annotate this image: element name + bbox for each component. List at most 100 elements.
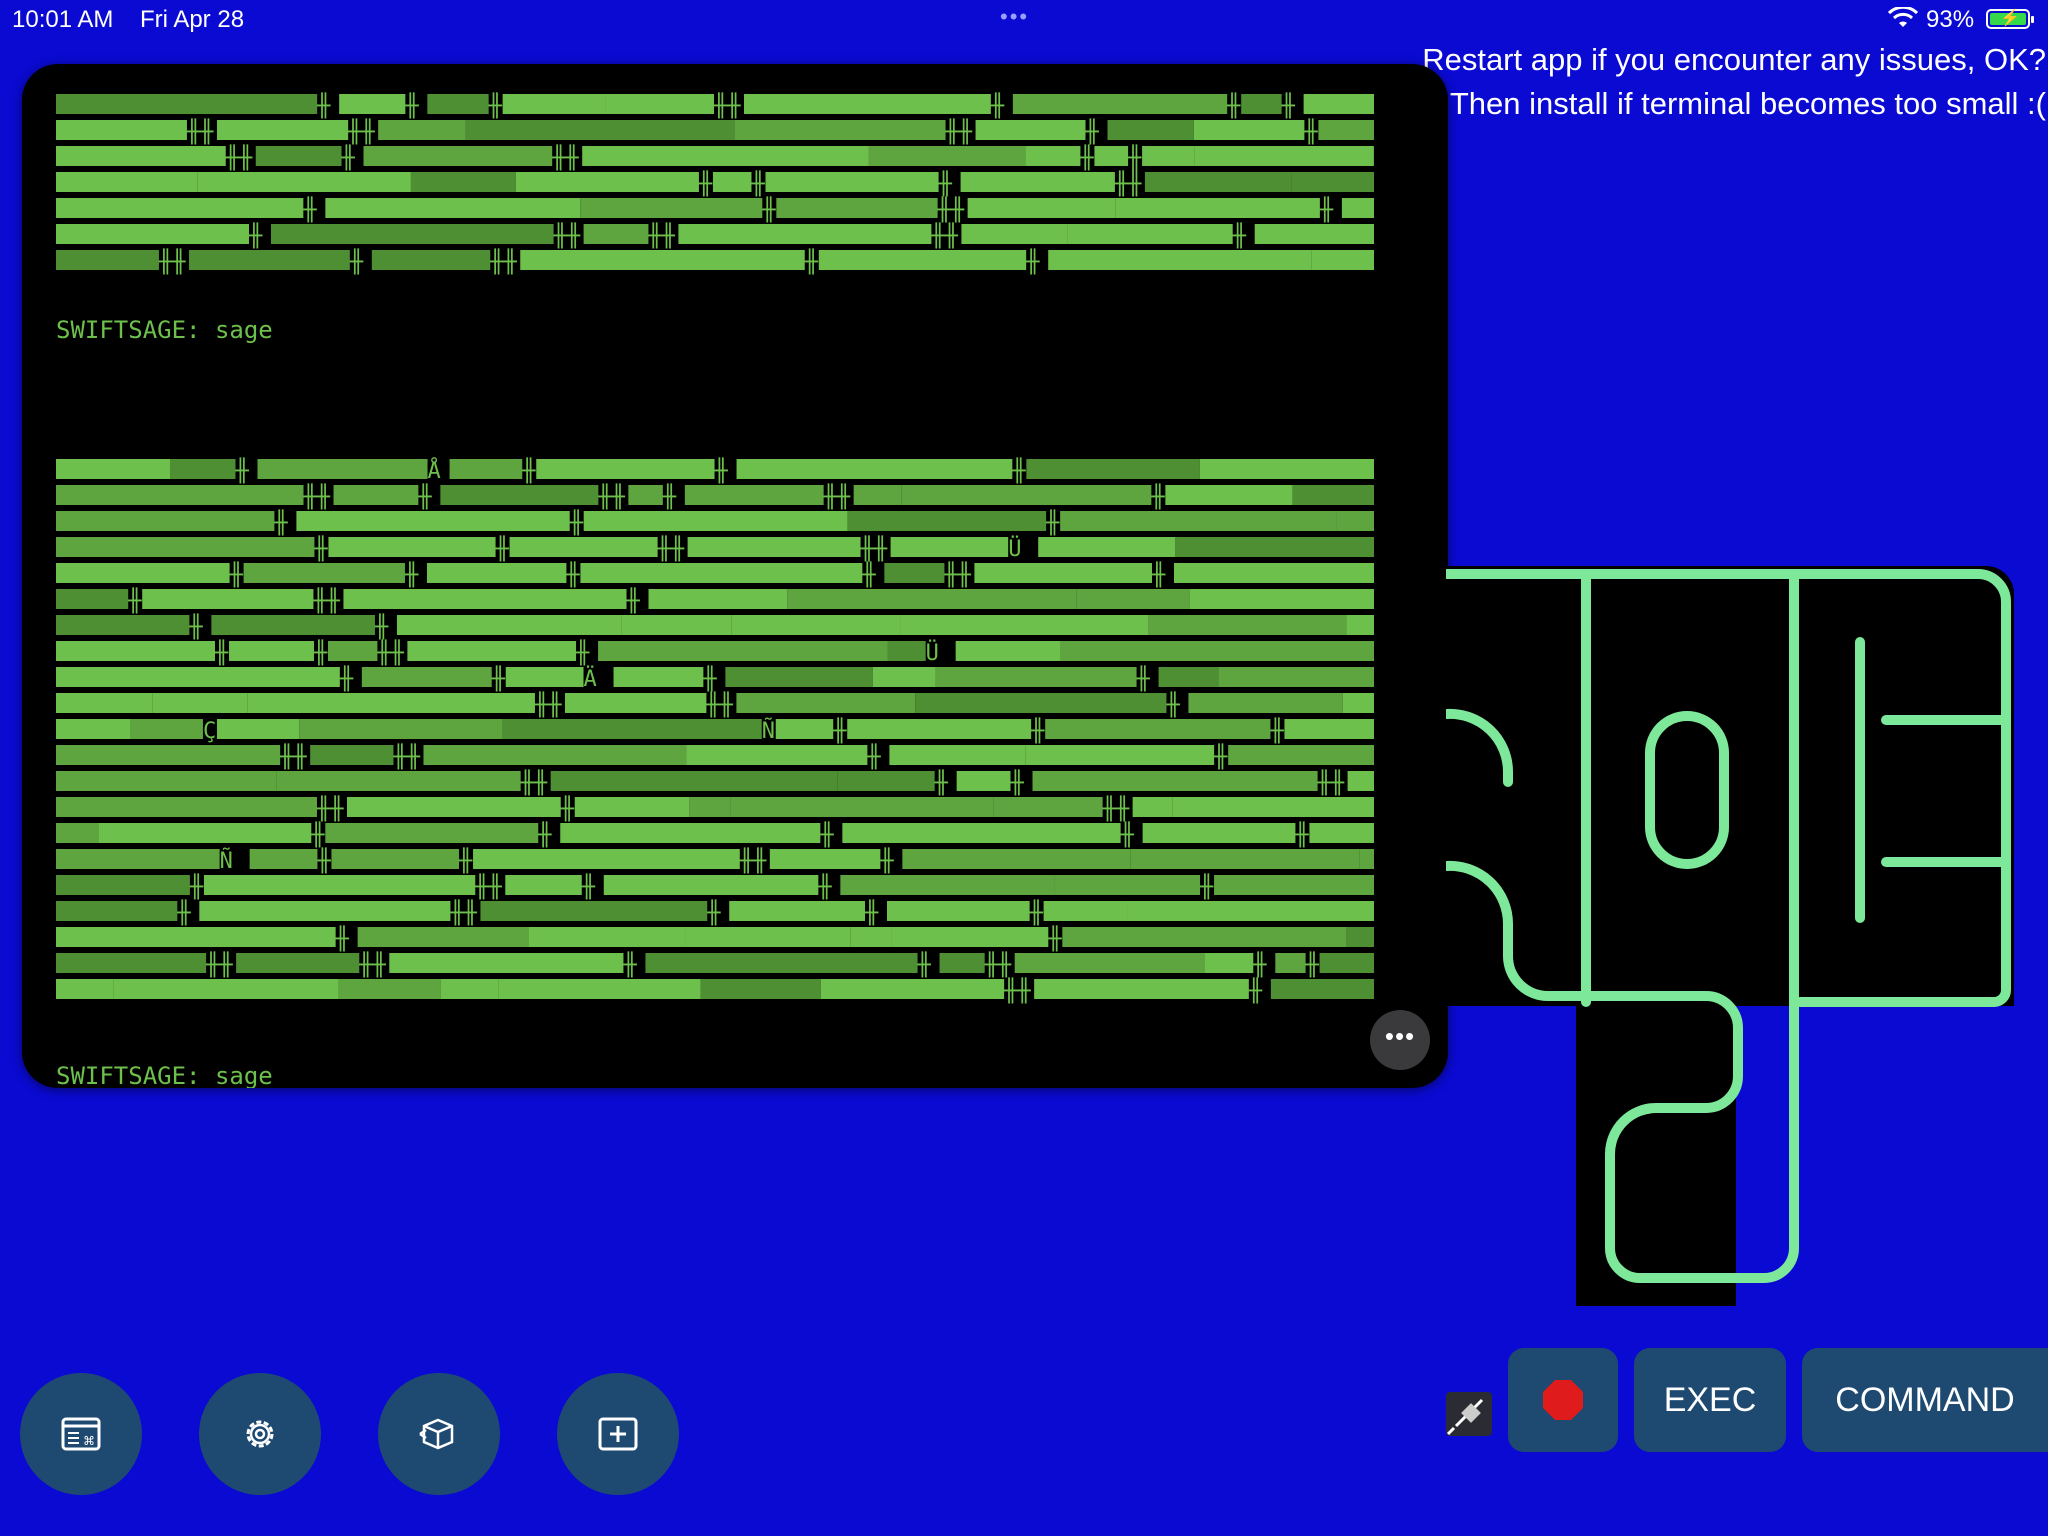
svg-text:╫: ╫ — [229, 561, 244, 588]
svg-text:╫: ╫ — [1120, 821, 1135, 848]
svg-text:╫: ╫ — [761, 196, 776, 223]
svg-text:╫: ╫ — [1319, 196, 1334, 223]
svg-text:╫╫: ╫╫ — [713, 92, 741, 119]
svg-text:╫: ╫ — [626, 587, 641, 614]
svg-text:╫╫: ╫╫ — [347, 118, 375, 145]
svg-text:╫: ╫ — [1232, 222, 1247, 249]
status-time: 10:01 AM — [12, 6, 114, 33]
wifi-icon — [1887, 5, 1919, 34]
svg-text:╫╫: ╫╫ — [358, 951, 386, 978]
svg-text:╫: ╫ — [804, 248, 819, 275]
terminal-window[interactable]: ╫ ╫ ╫ ╫╫ ╫ ╫ ╫ ╫╫ ╫╫ ╫╫ ╫ ╫ ╫╫ ╫ ╫╫ ╫ ╫ ╫ ╫ ╫ ╫╫ ╫ ╫ ╫╫ ╫ ╫ ╫╫ ╫╫ ╫╫… — [22, 64, 1448, 1088]
svg-text:╫: ╫ — [313, 535, 328, 562]
svg-text:╫: ╫ — [302, 196, 317, 223]
svg-text:╫: ╫ — [335, 925, 350, 952]
svg-text:╫: ╫ — [1226, 92, 1241, 119]
svg-text:╫: ╫ — [575, 639, 590, 666]
svg-text:╫: ╫ — [189, 873, 204, 900]
svg-text:╫: ╫ — [1151, 561, 1166, 588]
svg-text:╫: ╫ — [1030, 717, 1045, 744]
svg-text:╫╫: ╫╫ — [225, 144, 253, 171]
svg-text:╫: ╫ — [864, 899, 879, 926]
svg-text:╫: ╫ — [458, 847, 473, 874]
svg-text:╫: ╫ — [1029, 899, 1044, 926]
svg-text:╫: ╫ — [127, 587, 142, 614]
svg-text:╫╫: ╫╫ — [1102, 795, 1130, 822]
svg-text:╫: ╫ — [1127, 144, 1142, 171]
svg-text:╫: ╫ — [1252, 951, 1267, 978]
sage-logo-art — [1446, 566, 2014, 1306]
terminal-window-button[interactable]: ⌘ — [20, 1373, 142, 1495]
svg-text:╫: ╫ — [750, 170, 765, 197]
svg-text:╫: ╫ — [832, 717, 847, 744]
svg-text:╫╫: ╫╫ — [303, 483, 331, 510]
svg-text:╫: ╫ — [1281, 92, 1296, 119]
terminal-prompt: SWIFTSAGE: sage — [56, 316, 273, 344]
svg-text:╫: ╫ — [1150, 483, 1165, 510]
svg-text:╫╫: ╫╫ — [1003, 977, 1031, 1004]
install-button[interactable] — [378, 1373, 500, 1495]
svg-text:╫: ╫ — [491, 665, 506, 692]
command-button[interactable]: COMMAND — [1802, 1348, 2048, 1452]
svg-text:╫: ╫ — [581, 873, 596, 900]
more-options-button[interactable]: ••• — [1370, 1010, 1430, 1070]
svg-text:╫: ╫ — [188, 613, 203, 640]
svg-text:╫: ╫ — [706, 899, 721, 926]
svg-text:╫╫: ╫╫ — [1114, 170, 1142, 197]
svg-text:╫: ╫ — [176, 899, 191, 926]
svg-text:╫: ╫ — [1165, 691, 1180, 718]
svg-text:╫: ╫ — [879, 847, 894, 874]
svg-text:╫╫: ╫╫ — [158, 248, 186, 275]
svg-text:╫╫: ╫╫ — [186, 118, 214, 145]
svg-text:╫╫: ╫╫ — [316, 795, 344, 822]
svg-text:╫╫: ╫╫ — [205, 951, 233, 978]
svg-text:╫: ╫ — [316, 847, 331, 874]
exec-button[interactable]: EXEC — [1634, 1348, 1786, 1452]
svg-text:╫: ╫ — [861, 561, 876, 588]
svg-text:╫: ╫ — [404, 561, 419, 588]
terminal-ascii-art-top: ╫ ╫ ╫ ╫╫ ╫ ╫ ╫╫╫ ╫╫ ╫╫ ╫ ╫╫╫ ╫ ╫╫ ╫ ╫╫ ╫ ╫ ╫╫╫ ╫ ╫╫ ╫╫ ╫╫ ╫╫ ╫╫… — [56, 92, 1374, 275]
svg-text:╫╫: ╫╫ — [392, 743, 420, 770]
svg-text:╫: ╫ — [1025, 248, 1040, 275]
svg-text:╫: ╫ — [565, 561, 580, 588]
svg-text:╫: ╫ — [698, 170, 713, 197]
svg-text:╫: ╫ — [1269, 717, 1284, 744]
svg-text:╫: ╫ — [622, 951, 637, 978]
svg-text:╫╫: ╫╫ — [984, 951, 1012, 978]
stop-button[interactable] — [1508, 1348, 1618, 1452]
svg-text:╫: ╫ — [1136, 665, 1151, 692]
svg-text:╫╫: ╫╫ — [945, 118, 973, 145]
settings-button[interactable] — [199, 1373, 321, 1495]
svg-text:Ä: Ä — [584, 666, 597, 692]
svg-text:╫: ╫ — [537, 821, 552, 848]
svg-text:╫╫: ╫╫ — [376, 639, 404, 666]
svg-text:╫╫: ╫╫ — [551, 144, 579, 171]
multitasking-dots[interactable]: ••• — [1000, 4, 1029, 30]
svg-text:╫: ╫ — [404, 92, 419, 119]
svg-text:╫: ╫ — [1079, 144, 1094, 171]
new-window-button[interactable] — [557, 1373, 679, 1495]
svg-text:╫: ╫ — [316, 92, 331, 119]
svg-text:╫: ╫ — [1011, 457, 1026, 484]
svg-text:╫: ╫ — [417, 483, 432, 510]
svg-text:╫: ╫ — [990, 92, 1005, 119]
svg-text:╫: ╫ — [560, 795, 575, 822]
svg-text:╫: ╫ — [1303, 118, 1318, 145]
svg-text:╫╫: ╫╫ — [1317, 769, 1345, 796]
terminal-prompt: SWIFTSAGE: sage — [56, 1062, 273, 1088]
svg-text:╫: ╫ — [234, 457, 249, 484]
svg-text:╫: ╫ — [521, 457, 536, 484]
svg-text:╫: ╫ — [488, 92, 503, 119]
svg-text:╫: ╫ — [1085, 118, 1100, 145]
svg-text:╫: ╫ — [934, 769, 949, 796]
gear-icon — [240, 1414, 280, 1454]
svg-text:╫╫: ╫╫ — [739, 847, 767, 874]
svg-text:╫: ╫ — [214, 639, 229, 666]
svg-text:╫: ╫ — [702, 665, 717, 692]
svg-text:╫╫: ╫╫ — [657, 535, 685, 562]
svg-text:╫: ╫ — [817, 873, 832, 900]
svg-text:╫: ╫ — [1213, 743, 1228, 770]
svg-text:╫: ╫ — [313, 639, 328, 666]
svg-text:Ñ: Ñ — [220, 847, 233, 874]
svg-text:╫: ╫ — [341, 144, 356, 171]
